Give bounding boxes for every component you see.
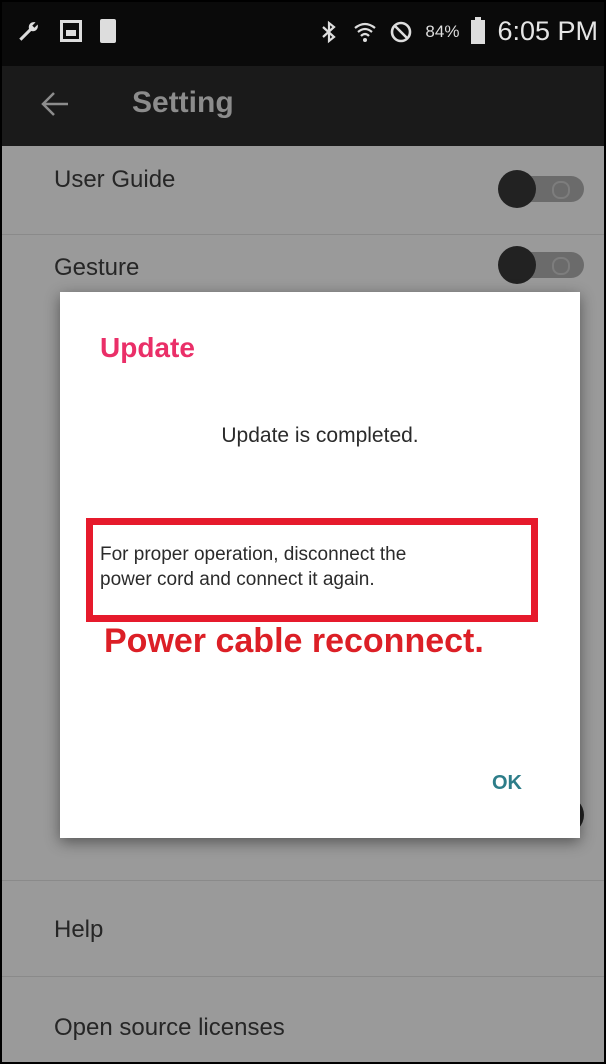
wrench-icon bbox=[19, 22, 38, 41]
do-not-disturb-icon bbox=[391, 21, 412, 42]
ok-button[interactable]: OK bbox=[492, 772, 522, 795]
toggle-knob bbox=[498, 170, 536, 208]
bluetooth-icon bbox=[322, 20, 337, 43]
toggle-off-indicator bbox=[552, 257, 570, 275]
setting-row-open-source[interactable]: Open source licenses bbox=[2, 976, 604, 1062]
toggle-off-indicator bbox=[552, 181, 570, 199]
status-bar: 84% 6:05 PM bbox=[2, 2, 604, 66]
wifi-icon bbox=[354, 22, 377, 42]
dialog-title: Update bbox=[100, 332, 195, 363]
setting-row-help[interactable]: Help bbox=[2, 880, 604, 977]
status-right-icons: 84% 6:05 PM bbox=[317, 16, 598, 47]
gesture-toggle[interactable] bbox=[498, 246, 588, 284]
update-dialog: Update Update is completed. For proper o… bbox=[60, 292, 580, 838]
app-screen: 84% 6:05 PM Setting User Guide Gesture H… bbox=[0, 0, 606, 1064]
status-left-icons bbox=[16, 18, 116, 44]
user-guide-label: User Guide bbox=[54, 166, 176, 193]
battery-icon bbox=[471, 16, 486, 44]
back-arrow-icon[interactable] bbox=[40, 88, 70, 120]
dialog-note-line: power cord and connect it again. bbox=[100, 569, 375, 590]
app-toolbar: Setting bbox=[2, 66, 604, 146]
open-source-label: Open source licenses bbox=[54, 1014, 285, 1041]
dialog-note: For proper operation, disconnect the pow… bbox=[100, 542, 520, 592]
annotation-label: Power cable reconnect. bbox=[104, 622, 484, 660]
page-title: Setting bbox=[132, 86, 234, 119]
battery-percent: 84% bbox=[425, 21, 460, 41]
user-guide-toggle[interactable] bbox=[498, 170, 588, 208]
help-label: Help bbox=[54, 916, 104, 943]
dialog-note-line: For proper operation, disconnect the bbox=[100, 544, 407, 565]
image-icon bbox=[60, 20, 82, 42]
toggle-knob bbox=[498, 246, 536, 284]
setting-row-user-guide[interactable]: User Guide bbox=[2, 146, 604, 235]
status-clock: 6:05 PM bbox=[497, 16, 598, 46]
gesture-label: Gesture bbox=[54, 254, 140, 281]
phone-icon bbox=[100, 19, 116, 43]
dialog-message: Update is completed. bbox=[221, 424, 419, 447]
